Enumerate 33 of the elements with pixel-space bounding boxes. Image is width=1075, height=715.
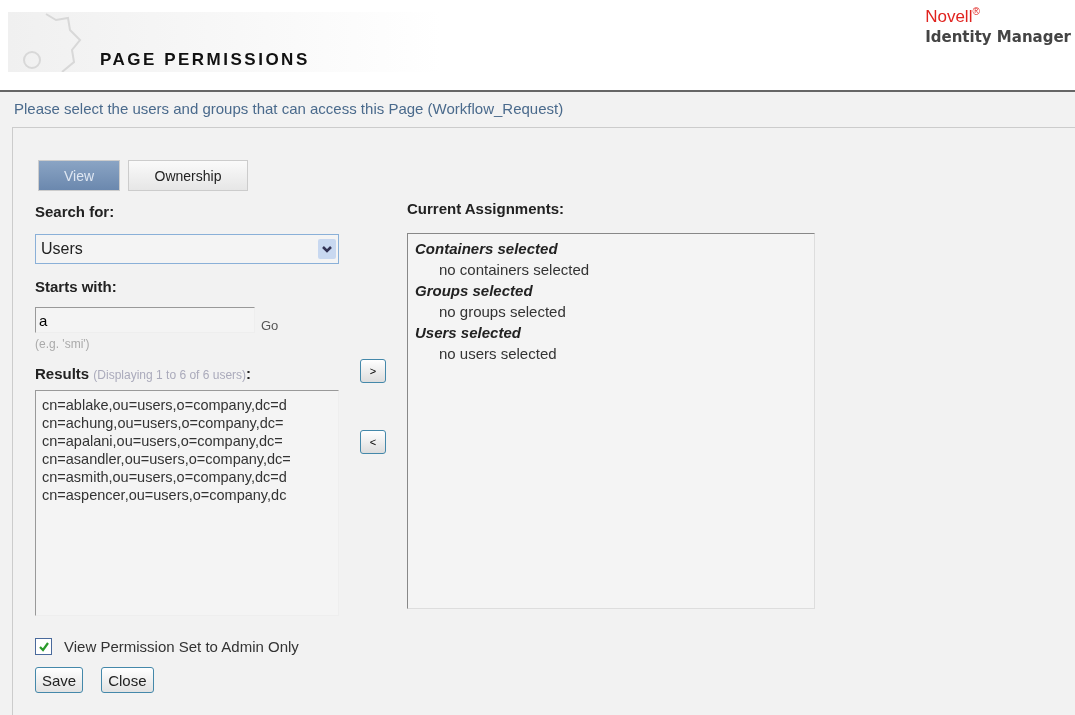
result-item[interactable]: cn=ablake,ou=users,o=company,dc=d [42,396,332,414]
intro-text: Please select the users and groups that can access this Page (Workflow_Request) [13,99,565,117]
results-list[interactable] [35,390,339,616]
group-heading: Containers selected [415,239,559,259]
move-button[interactable]: < [360,430,386,454]
starts-with-label: Starts with: [35,278,118,295]
group-heading: Users selected [415,323,522,343]
action-button[interactable]: Close [101,667,154,693]
result-item[interactable]: cn=asandler,ou=users,o=company,dc= [42,450,332,468]
results-label: Results (Displaying 1 to 6 of 6 users): [35,365,253,382]
assignments-label: Current Assignments: [407,200,565,217]
admin-only-label: View Permission Set to Admin Only [64,638,299,655]
starts-with-field[interactable]: a [35,307,255,333]
action-button[interactable]: Save [35,667,84,693]
brand-name: Novell$^{®}$ [925,6,981,27]
result-item[interactable]: cn=apalani,ou=users,o=company,dc= [42,432,332,450]
group-entry: no groups selected [438,302,567,322]
admin-only-checkbox[interactable] [35,638,52,655]
caret-icon [318,239,336,259]
group-heading: Groups selected [415,281,534,301]
go-link[interactable]: Go [261,318,279,333]
result-item[interactable]: cn=achung,ou=users,o=company,dc= [42,414,332,432]
group-entry: no users selected [438,344,558,364]
result-item[interactable]: cn=aspencer,ou=users,o=company,dc [42,486,332,504]
group-entry: no containers selected [438,260,591,280]
field-hint: (e.g. 'smi') [35,337,91,351]
product-name: Identity Manager [925,27,1071,46]
search-dropdown[interactable]: Users [35,234,339,264]
tab[interactable]: Ownership [128,160,248,191]
move-button[interactable]: > [360,359,386,383]
search-label: Search for: [35,203,116,220]
page-title: PAGE PERMISSIONS [100,50,310,70]
result-item[interactable]: cn=asmith,ou=users,o=company,dc=d [42,468,332,486]
